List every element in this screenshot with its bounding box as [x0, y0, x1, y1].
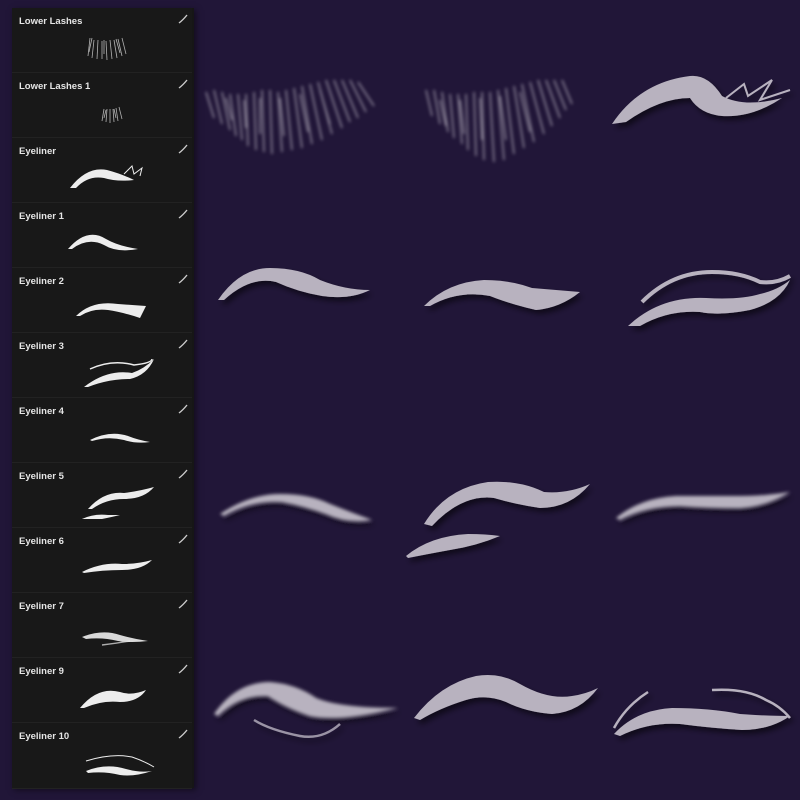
brush-item-eyeliner-5[interactable]: Eyeliner 5 [12, 463, 192, 528]
brush-item-eyeliner-10[interactable]: Eyeliner 10 [12, 723, 192, 789]
brush-item-label: Eyeliner 7 [19, 601, 64, 612]
brush-item-eyeliner-3[interactable]: Eyeliner 3 [12, 333, 192, 398]
brush-preview [90, 433, 150, 443]
brush-preview [87, 37, 127, 61]
brush-item-label: Eyeliner 9 [19, 666, 64, 677]
brush-edit-icon[interactable] [178, 469, 188, 479]
brush-edit-icon[interactable] [178, 534, 188, 544]
brush-preview [76, 303, 146, 318]
brush-preview [101, 106, 123, 123]
brush-item-label: Eyeliner [19, 146, 56, 157]
brush-item-label: Eyeliner 4 [19, 406, 64, 417]
brush-item-label: Eyeliner 3 [19, 341, 64, 352]
eyeliner-stroke-thin-wing [220, 494, 372, 522]
brush-edit-icon[interactable] [178, 209, 188, 219]
brush-item-label: Eyeliner 1 [19, 211, 64, 222]
lash-stroke-small [425, 79, 573, 163]
eyeliner-stroke-flat [424, 280, 580, 310]
brush-item-lower-lashes-1[interactable]: Lower Lashes 1 [12, 73, 192, 138]
brush-item-eyeliner-2[interactable]: Eyeliner 2 [12, 268, 192, 333]
brush-preview [85, 755, 155, 776]
eyeliner-stroke-line [612, 688, 791, 736]
lash-stroke-wide [205, 79, 375, 155]
brush-item-eyeliner-7[interactable]: Eyeliner 7 [12, 593, 192, 658]
brush-edit-icon[interactable] [178, 599, 188, 609]
brush-edit-icon[interactable] [178, 404, 188, 414]
eyeliner-stroke-hook [414, 675, 598, 720]
brush-edit-icon[interactable] [178, 79, 188, 89]
brush-preview [84, 358, 154, 387]
brush-item-lower-lashes[interactable]: Lower Lashes [12, 8, 192, 73]
brush-library-panel: Lower Lashes Lower Lashes 1 Eyeliner Eye… [12, 8, 194, 789]
brush-edit-icon[interactable] [178, 274, 188, 284]
brush-item-eyeliner-1[interactable]: Eyeliner 1 [12, 203, 192, 268]
brush-preview [70, 165, 143, 188]
brush-item-eyeliner-6[interactable]: Eyeliner 6 [12, 528, 192, 593]
eyeliner-stroke-feather [612, 75, 791, 124]
brush-edit-icon[interactable] [178, 664, 188, 674]
brush-edit-icon[interactable] [178, 339, 188, 349]
brush-item-eyeliner-9[interactable]: Eyeliner 9 [12, 658, 192, 723]
brush-item-label: Eyeliner 2 [19, 276, 64, 287]
brush-preview [68, 234, 138, 251]
brush-edit-icon[interactable] [178, 144, 188, 154]
brush-preview [82, 560, 152, 573]
brush-edit-icon[interactable] [178, 729, 188, 739]
brush-item-label: Eyeliner 5 [19, 471, 64, 482]
brush-item-eyeliner-4[interactable]: Eyeliner 4 [12, 398, 192, 463]
brush-preview [81, 487, 154, 519]
brush-item-label: Eyeliner 6 [19, 536, 64, 547]
brush-edit-icon[interactable] [178, 14, 188, 24]
brush-preview [82, 632, 148, 646]
drawing-canvas[interactable] [195, 0, 800, 800]
eyeliner-stroke-thin-long [616, 492, 790, 520]
brush-preview [80, 690, 146, 708]
eyeliner-stroke-arc [218, 268, 370, 300]
eyeliner-stroke-split [406, 481, 590, 558]
eyeliner-stroke-soft [214, 682, 398, 738]
brush-item-eyeliner[interactable]: Eyeliner [12, 138, 192, 203]
eyeliner-stroke-double [628, 269, 791, 326]
